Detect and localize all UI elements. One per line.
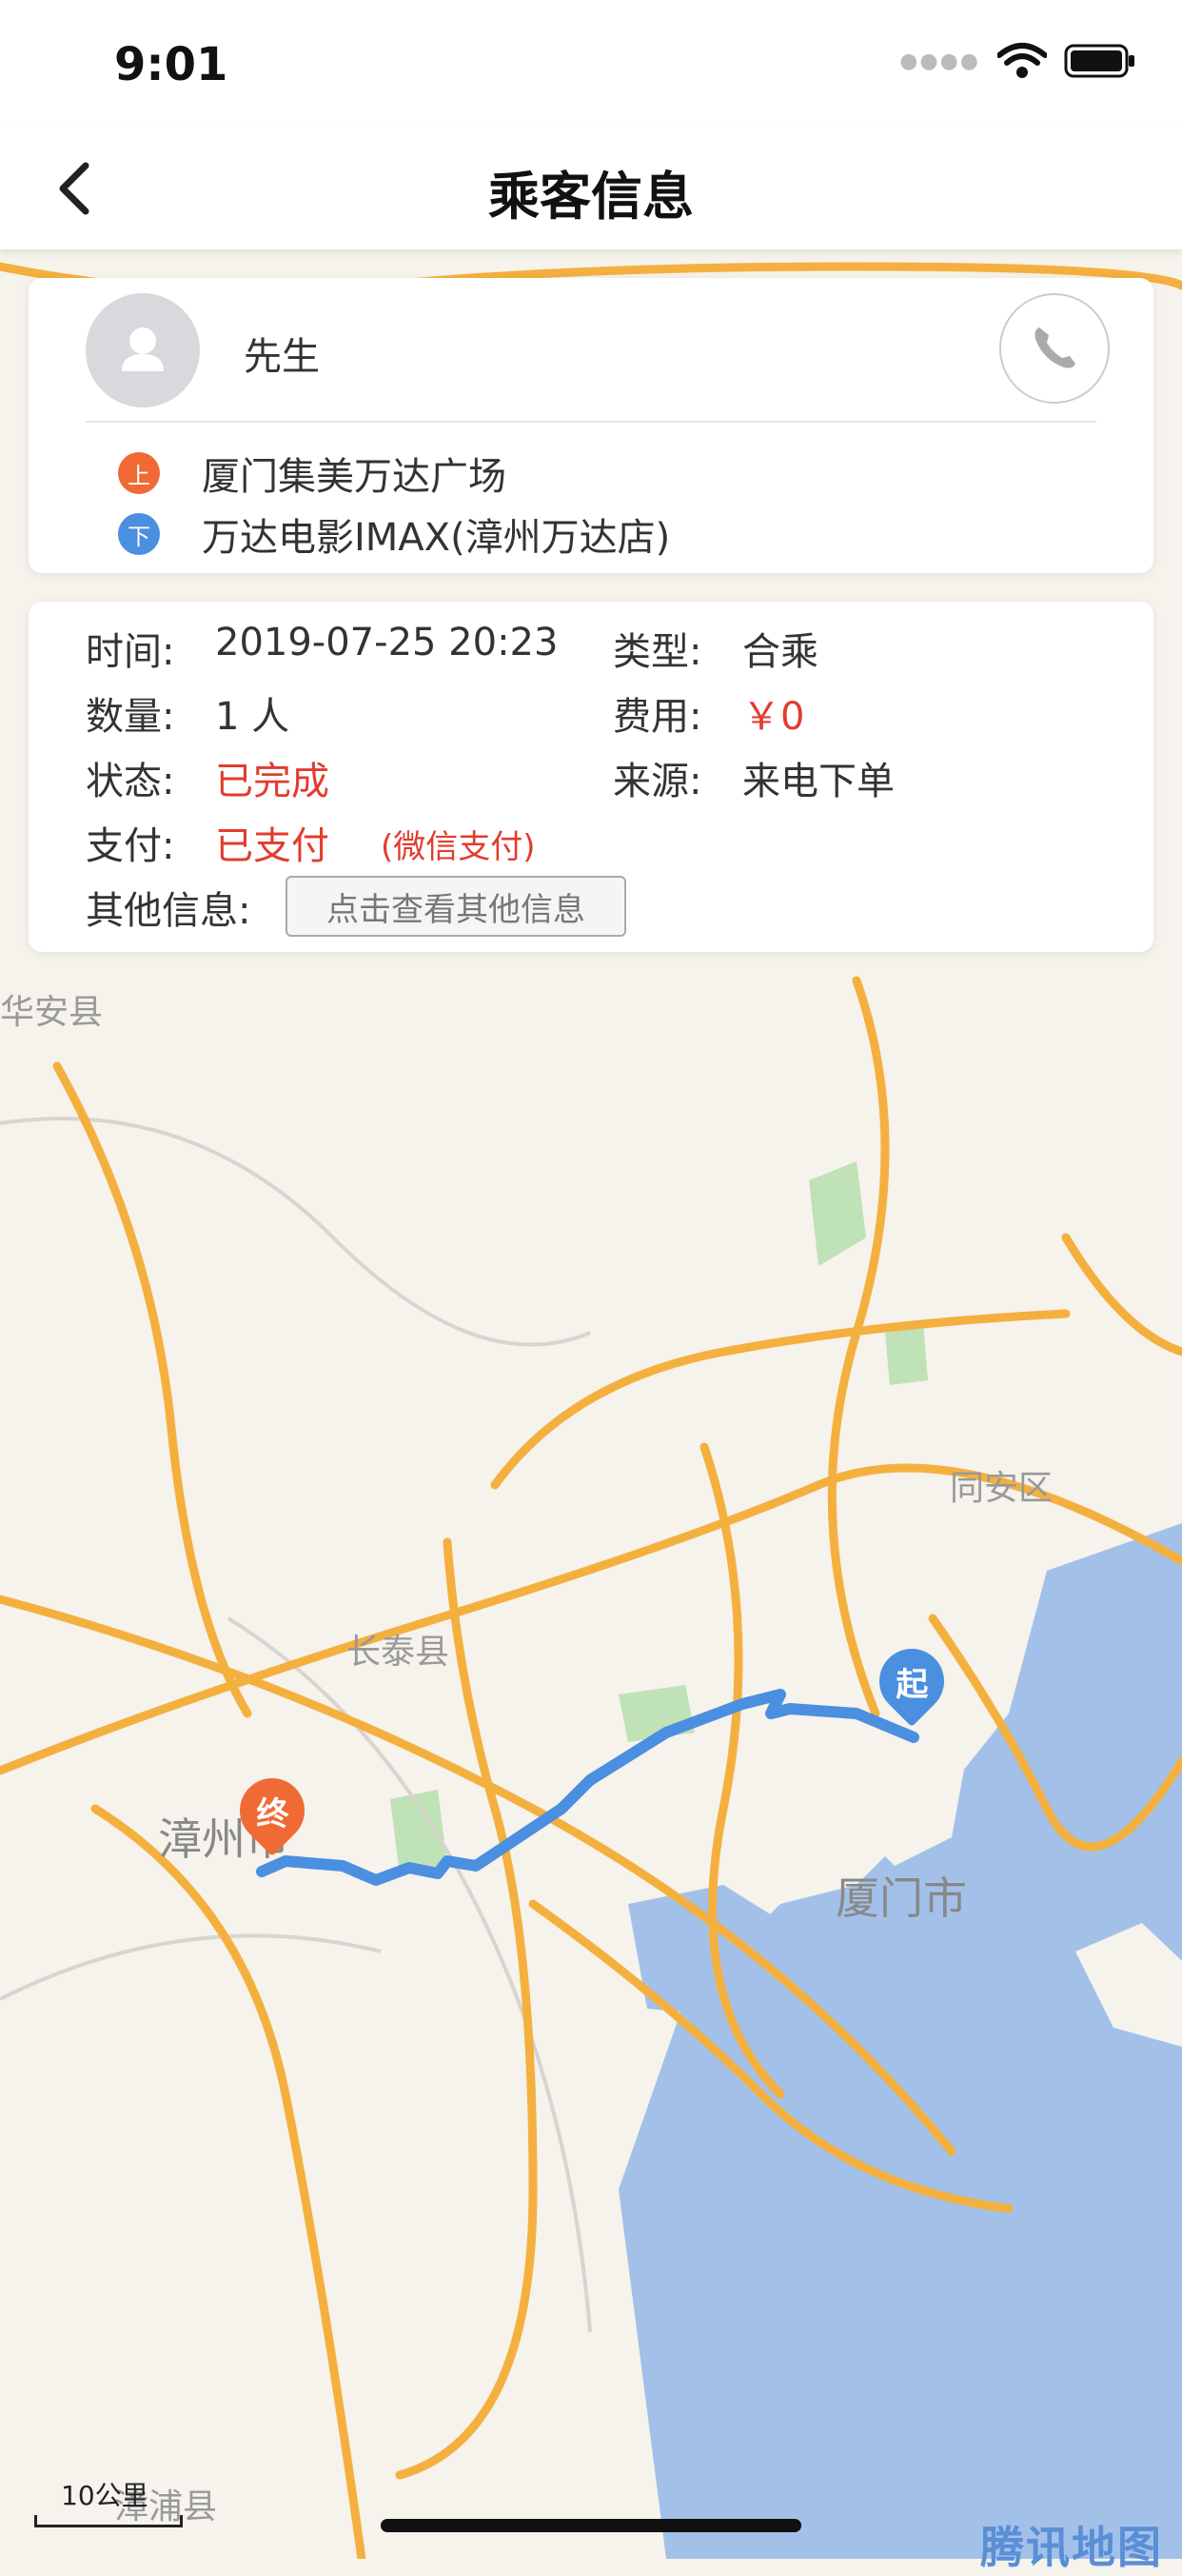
dropoff-location: 万达电影IMAX(漳州万达店) [202,516,671,560]
status-value: 已完成 [215,760,329,803]
battery-icon [1064,44,1134,78]
pay-label: 支付: [86,824,175,868]
dropoff-badge: 下 [118,513,160,555]
source-label: 来源: [613,760,702,803]
dropoff-badge-label: 下 [128,523,150,550]
nav-bar: 乘客信息 [0,126,1182,249]
phone-icon [1034,327,1075,368]
dropoff-row: 下 万达电影IMAX(漳州万达店) [118,506,670,562]
map-scale-label: 10公里 [61,2480,148,2511]
pay-method: (微信支付) [381,828,536,866]
pickup-badge: 上 [118,452,160,494]
time-value: 2019-07-25 20:23 [215,621,559,664]
call-button[interactable] [999,293,1110,404]
wifi-icon [997,43,1047,78]
type-label: 类型: [613,630,702,674]
map-logo: 腾讯地图 [980,2522,1163,2573]
user-icon [122,327,164,371]
order-info-card: 时间: 2019-07-25 20:23 类型: 合乘 数量: 1 人 费用: … [29,602,1153,952]
pickup-location: 厦门集美万达广场 [202,455,506,499]
passenger-card: 先生 上 厦门集美万达广场 下 万达电影IMAX(漳州万达店) [29,278,1153,573]
map-scale: 10公里 [34,2475,183,2527]
count-value: 1 人 [215,695,290,739]
source-value: 来电下单 [742,760,895,803]
map-label-tongan: 同安区 [950,1469,1054,1508]
map-label-huaan: 华安县 [0,993,104,1032]
type-value: 合乘 [742,630,818,674]
start-marker-label: 起 [896,1665,928,1704]
passenger-name: 先生 [244,335,320,379]
other-info-label: 其他信息: [86,889,251,933]
pay-value: 已支付 [215,824,329,868]
fee-label: 费用: [613,695,702,739]
status-bar: 9:01 ●●●● [0,0,1182,126]
status-label: 状态: [86,760,175,803]
map-label-changtai: 长泰县 [346,1633,450,1672]
pickup-badge-label: 上 [128,462,150,489]
status-icons: ●●●● [899,42,1136,80]
end-marker-label: 终 [256,1794,288,1833]
count-label: 数量: [86,695,175,739]
signal-icon: ●●●● [899,49,980,73]
view-other-info-button[interactable]: 点击查看其他信息 [286,876,626,937]
time-label: 时间: [86,630,175,674]
page-title: 乘客信息 [488,167,694,227]
home-indicator [381,2519,801,2532]
divider [86,421,1096,423]
map-scale-bar [34,2515,183,2527]
avatar [86,293,200,407]
status-time: 9:01 [114,38,228,91]
pickup-row: 上 厦门集美万达广场 [118,446,506,501]
map-label-xiamen: 厦门市 [836,1873,967,1924]
fee-value: ￥0 [742,695,805,739]
